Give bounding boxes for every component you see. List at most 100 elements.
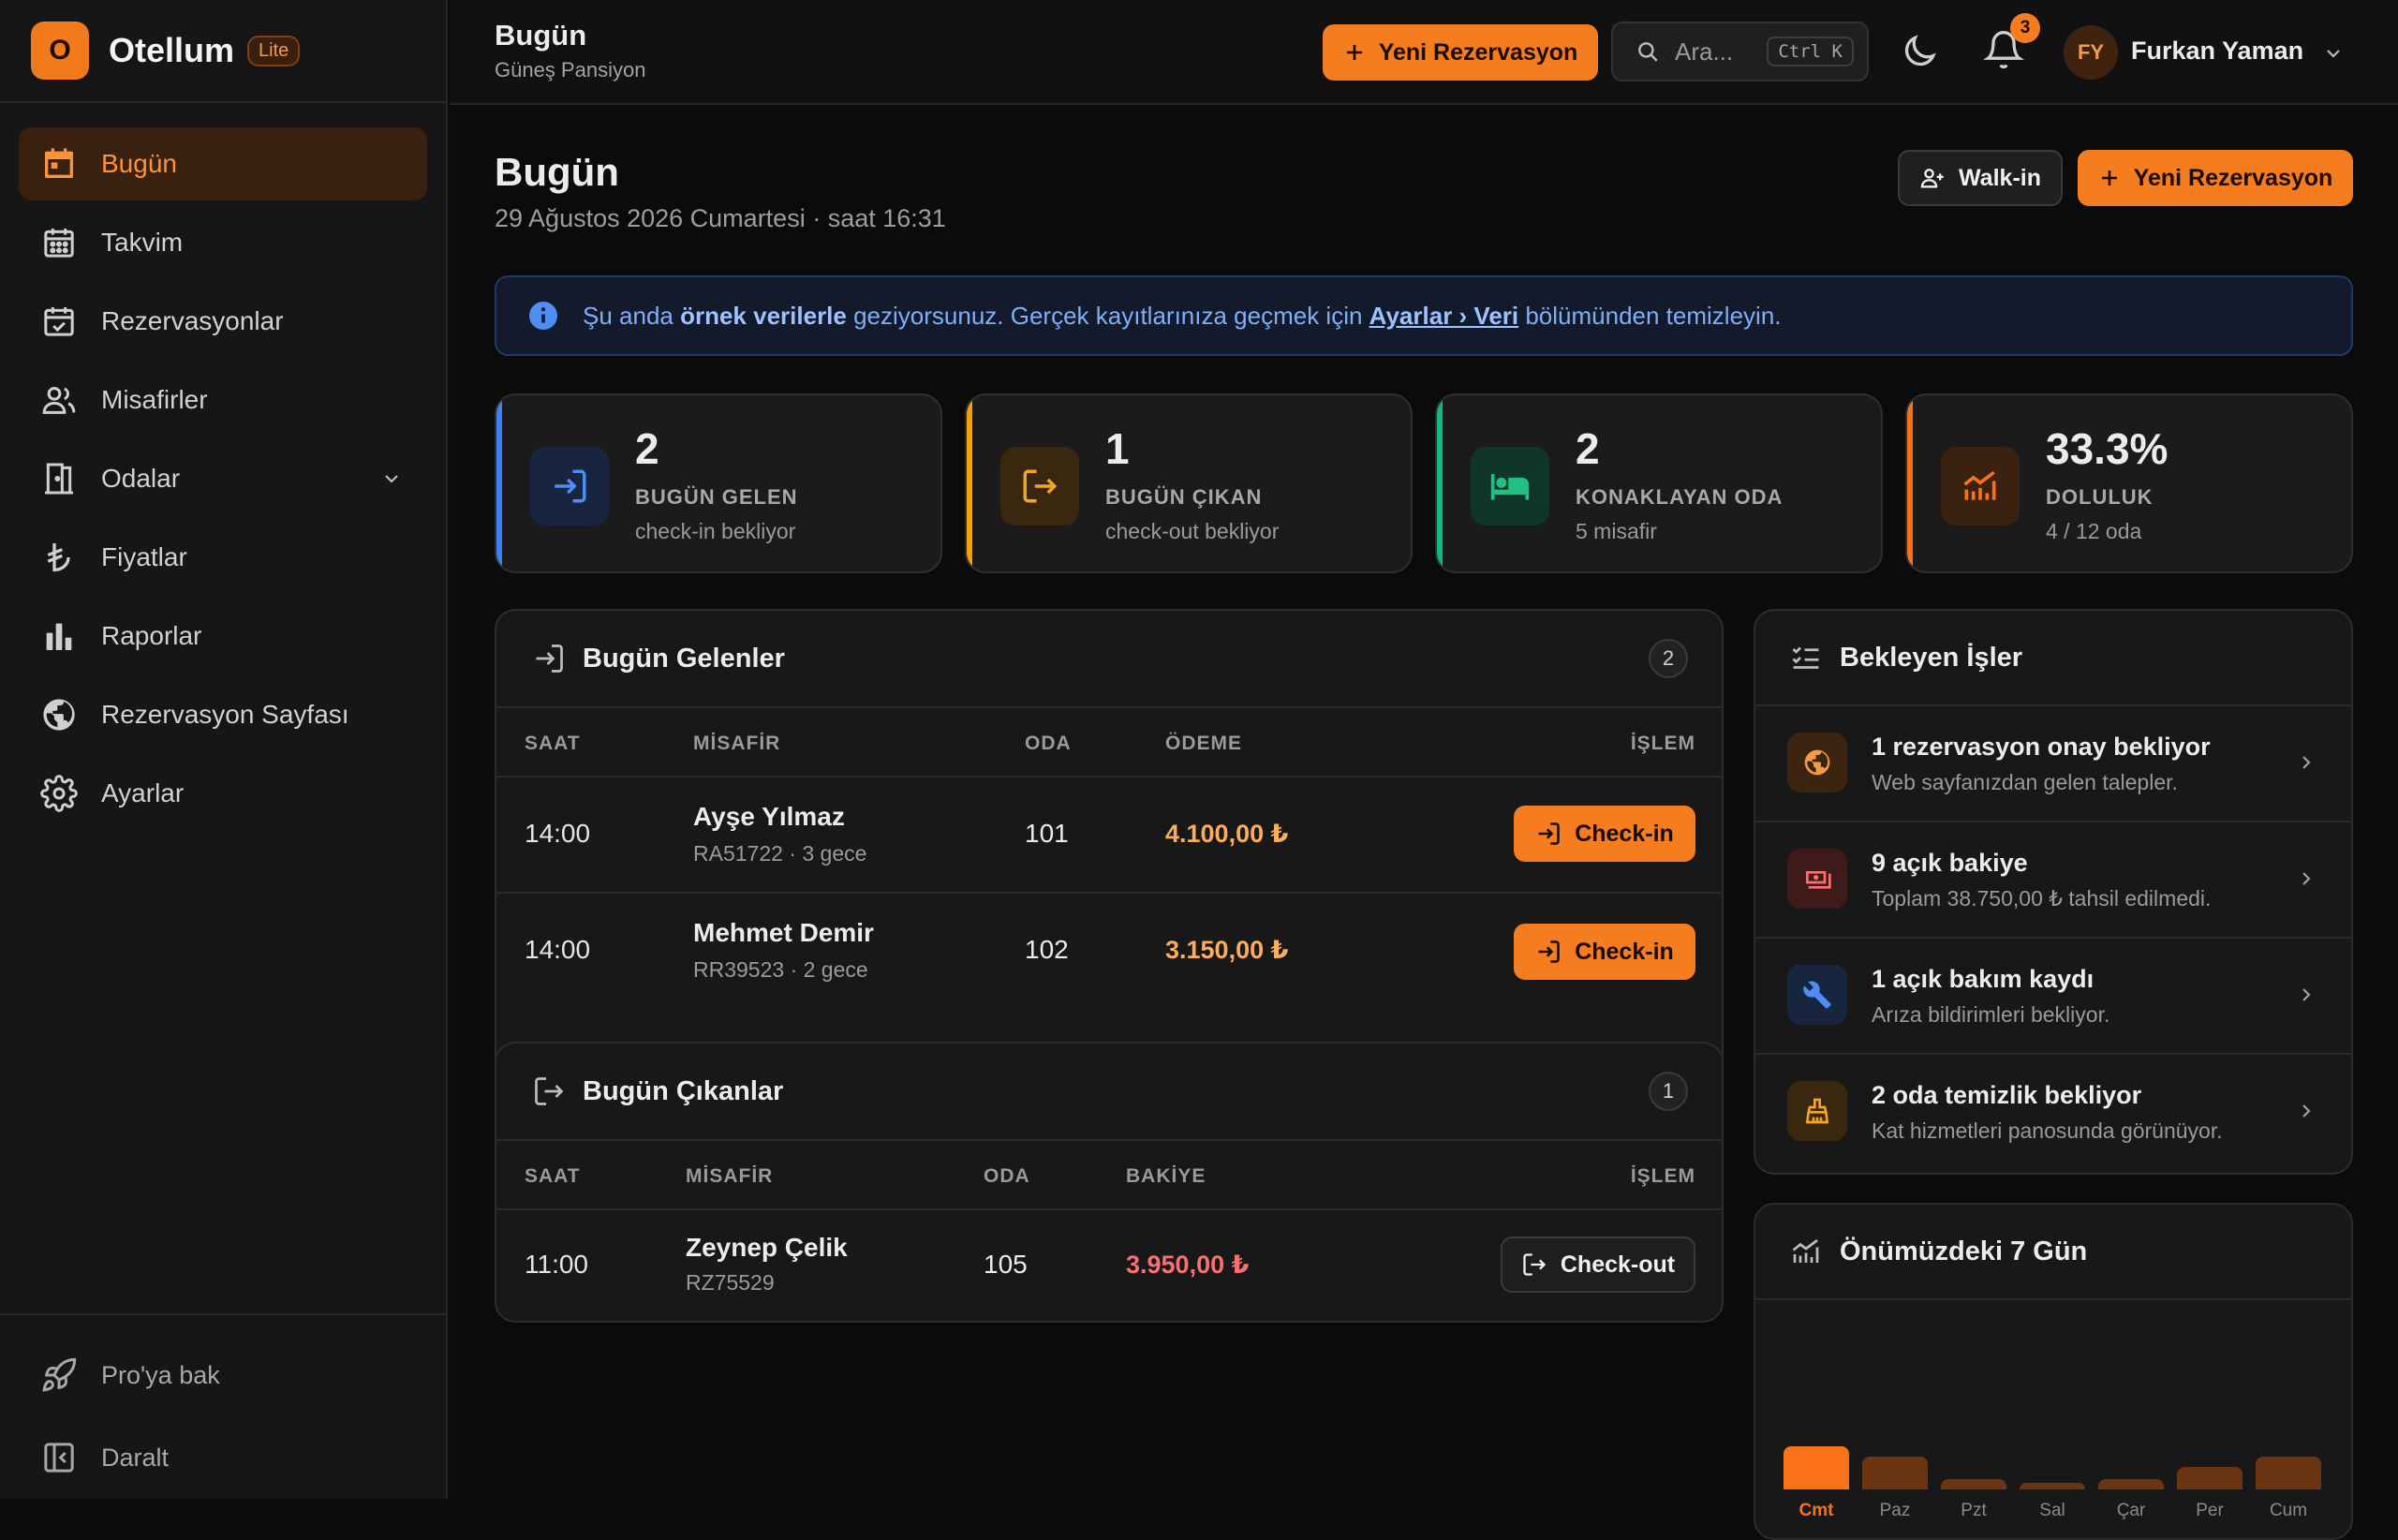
week-bar bbox=[2177, 1467, 2243, 1489]
pending-task-item[interactable]: 1 açık bakım kaydı Arıza bildirimleri be… bbox=[1755, 939, 2351, 1055]
chart-line-icon bbox=[1941, 447, 2020, 526]
pending-task-item[interactable]: 2 oda temizlik bekliyor Kat hizmetleri p… bbox=[1755, 1055, 2351, 1171]
stat-value: 1 bbox=[1105, 424, 1130, 473]
sidebar-item-pro[interactable]: Pro'ya bak bbox=[19, 1334, 427, 1416]
sidebar-item-ayarlar[interactable]: Ayarlar bbox=[19, 757, 427, 830]
moon-icon[interactable] bbox=[1899, 31, 1940, 72]
check-in-button[interactable]: Check-in bbox=[1514, 806, 1695, 862]
new-reservation-button[interactable]: Yeni Rezervasyon bbox=[1323, 24, 1598, 81]
sidebar-item-label: Pro'ya bak bbox=[101, 1360, 220, 1389]
chart-line-icon bbox=[1789, 1235, 1823, 1268]
next-7-days-card: Önümüzdeki 7 Gün Cmt Paz Pzt Sal Çar Per Cum bbox=[1754, 1203, 2353, 1540]
globe-icon bbox=[1787, 733, 1847, 792]
balance-amount: 3.950,00 ₺ bbox=[1126, 1251, 1250, 1279]
door-icon bbox=[39, 459, 79, 498]
col-header: ODA bbox=[984, 1165, 1030, 1187]
log-out-icon bbox=[532, 1074, 566, 1108]
page-title: Bugün bbox=[495, 150, 619, 194]
stat-accent bbox=[1907, 395, 1913, 571]
stat-card-departures: 1 BUGÜN ÇIKAN check-out bekliyor bbox=[965, 393, 1413, 573]
departures-header: Bugün Çıkanlar 1 bbox=[496, 1044, 1722, 1141]
log-in-icon bbox=[1535, 939, 1562, 965]
pending-task-item[interactable]: 9 açık bakiye Toplam 38.750,00 ₺ tahsil … bbox=[1755, 822, 2351, 939]
user-name[interactable]: Furkan Yaman bbox=[2131, 37, 2303, 66]
guest-name[interactable]: Zeynep Çelik bbox=[686, 1233, 848, 1263]
col-header: BAKİYE bbox=[1126, 1165, 1206, 1187]
departures-title: Bugün Çıkanlar bbox=[583, 1075, 784, 1106]
sidebar-item-label: Daralt bbox=[101, 1443, 170, 1472]
check-out-button[interactable]: Check-out bbox=[1501, 1236, 1695, 1293]
chevron-right-icon bbox=[2295, 751, 2317, 774]
task-sub: Kat hizmetleri panosunda görünüyor. bbox=[1872, 1118, 2223, 1143]
stat-value: 2 bbox=[635, 424, 659, 473]
arrivals-header: Bugün Gelenler 2 bbox=[496, 611, 1722, 708]
sidebar-item-takvim[interactable]: Takvim bbox=[19, 206, 427, 279]
page-date: 29 Ağustos 2026 Cumartesi · saat 16:31 bbox=[495, 204, 946, 232]
log-in-icon bbox=[530, 447, 609, 526]
sidebar-item-label: Ayarlar bbox=[101, 778, 185, 807]
sidebar-item-odalar[interactable]: Odalar bbox=[19, 442, 427, 515]
week-day-label: Paz bbox=[1879, 1501, 1911, 1520]
table-row: 11:00 Zeynep Çelik RZ75529 105 3.950,00 … bbox=[496, 1210, 1722, 1319]
banner-bold: örnek verilerle bbox=[680, 301, 847, 330]
pending-header: Bekleyen İşler bbox=[1755, 611, 2351, 706]
week-day-label: Çar bbox=[2116, 1501, 2146, 1520]
reservation-ref: RA51722 · 3 gece bbox=[693, 841, 867, 866]
week-day-label: Cmt bbox=[1798, 1501, 1834, 1520]
col-header: ÖDEME bbox=[1165, 733, 1243, 754]
guest-name[interactable]: Ayşe Yılmaz bbox=[693, 802, 845, 832]
search-input[interactable]: Ara... Ctrl K bbox=[1611, 22, 1869, 81]
week-header: Önümüzdeki 7 Gün bbox=[1755, 1205, 2351, 1300]
col-header: MİSAFİR bbox=[686, 1165, 774, 1187]
calendar-check-icon bbox=[39, 302, 79, 341]
app-logo: O bbox=[31, 22, 89, 80]
sidebar: O Otellum Lite Bugün Takvim Rezervasyonl… bbox=[0, 0, 448, 1499]
check-in-button[interactable]: Check-in bbox=[1514, 924, 1695, 980]
sidebar-item-rezervasyonlar[interactable]: Rezervasyonlar bbox=[19, 285, 427, 358]
sidebar-item-fiyatlar[interactable]: Fiyatlar bbox=[19, 521, 427, 594]
stat-label: KONAKLAYAN ODA bbox=[1576, 485, 1784, 509]
sidebar-item-bugun[interactable]: Bugün bbox=[19, 127, 427, 200]
sidebar-item-rezervasyon-sayfasi[interactable]: Rezervasyon Sayfası bbox=[19, 678, 427, 751]
log-in-icon bbox=[532, 642, 566, 675]
sidebar-item-label: Odalar bbox=[101, 464, 181, 493]
banner-middle: geziyorsunuz. Gerçek kayıtlarınıza geçme… bbox=[846, 301, 1369, 330]
avatar[interactable]: FY bbox=[2064, 25, 2118, 80]
log-out-icon bbox=[1000, 447, 1079, 526]
col-header: İŞLEM bbox=[1630, 733, 1695, 754]
brand[interactable]: O Otellum Lite bbox=[0, 0, 446, 103]
plus-icon bbox=[2098, 167, 2121, 189]
walk-in-button[interactable]: Walk-in bbox=[1898, 150, 2063, 206]
sidebar-item-raporlar[interactable]: Raporlar bbox=[19, 600, 427, 673]
guest-name[interactable]: Mehmet Demir bbox=[693, 918, 874, 948]
chevron-down-icon[interactable] bbox=[2322, 42, 2345, 65]
week-day-label: Pzt bbox=[1961, 1501, 1987, 1520]
sidebar-item-label: Takvim bbox=[101, 228, 184, 257]
settings-data-link[interactable]: Ayarlar › Veri bbox=[1369, 302, 1518, 330]
cash-icon bbox=[1787, 849, 1847, 909]
collapse-icon bbox=[39, 1438, 79, 1477]
arrival-time: 14:00 bbox=[525, 935, 591, 964]
table-row: 14:00 Ayşe Yılmaz RA51722 · 3 gece 101 4… bbox=[496, 777, 1722, 894]
sidebar-item-daralt[interactable]: Daralt bbox=[19, 1416, 427, 1499]
arrivals-title: Bugün Gelenler bbox=[583, 643, 785, 674]
new-reservation-label: Yeni Rezervasyon bbox=[1378, 38, 1578, 66]
stat-label: BUGÜN ÇIKAN bbox=[1105, 485, 1263, 509]
col-header: İŞLEM bbox=[1630, 1165, 1695, 1187]
task-title: 9 açık bakiye bbox=[1872, 849, 2028, 877]
pending-task-item[interactable]: 1 rezervasyon onay bekliyor Web sayfanız… bbox=[1755, 706, 2351, 822]
task-sub: Arıza bildirimleri bekliyor. bbox=[1872, 1002, 2110, 1027]
pending-title: Bekleyen İşler bbox=[1840, 642, 2023, 673]
col-header: MİSAFİR bbox=[693, 733, 781, 754]
sidebar-footer: Pro'ya bak Daralt bbox=[0, 1313, 446, 1499]
new-reservation-button[interactable]: Yeni Rezervasyon bbox=[2078, 150, 2353, 206]
chevron-down-icon[interactable] bbox=[380, 467, 403, 490]
app-name: Otellum bbox=[109, 31, 235, 69]
lira-icon bbox=[39, 538, 79, 577]
pending-tasks-card: Bekleyen İşler 1 rezervasyon onay bekliy… bbox=[1754, 609, 2353, 1175]
table-header: SAAT MİSAFİR ODA BAKİYE İŞLEM bbox=[496, 1141, 1722, 1210]
bar-chart-icon bbox=[39, 616, 79, 656]
gear-icon bbox=[39, 774, 79, 813]
sidebar-item-misafirler[interactable]: Misafirler bbox=[19, 363, 427, 437]
week-bar bbox=[2256, 1457, 2321, 1489]
